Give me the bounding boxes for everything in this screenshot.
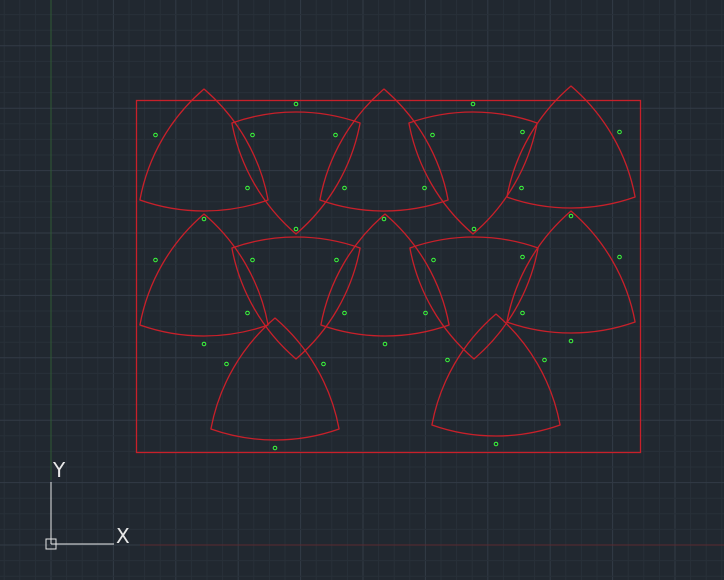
- point-marker[interactable]: [153, 257, 158, 263]
- point-marker[interactable]: [272, 445, 278, 451]
- triangle-part[interactable]: [408, 101, 538, 235]
- point-marker[interactable]: [342, 310, 347, 316]
- triangle-outline[interactable]: [506, 85, 636, 209]
- triangle-outline[interactable]: [139, 213, 269, 337]
- triangle-part[interactable]: [431, 313, 561, 447]
- cad-drawing-viewport[interactable]: Y X: [0, 0, 724, 580]
- triangle-outline[interactable]: [210, 317, 340, 441]
- point-marker[interactable]: [245, 185, 250, 191]
- point-marker[interactable]: [430, 132, 435, 138]
- point-marker[interactable]: [293, 226, 299, 232]
- triangle-outline[interactable]: [431, 313, 561, 437]
- triangle-part[interactable]: [506, 85, 636, 219]
- point-marker[interactable]: [431, 257, 436, 263]
- triangle-outline[interactable]: [506, 210, 636, 334]
- point-marker[interactable]: [617, 129, 622, 135]
- sheet-boundary-rectangle[interactable]: [135, 99, 642, 454]
- triangle-outline[interactable]: [231, 111, 361, 235]
- triangle-part[interactable]: [506, 210, 636, 344]
- point-marker[interactable]: [445, 357, 450, 363]
- ucs-x-label: X: [116, 524, 130, 548]
- triangle-outline[interactable]: [231, 236, 361, 360]
- point-marker[interactable]: [201, 341, 207, 347]
- point-marker[interactable]: [617, 254, 622, 260]
- triangle-outline[interactable]: [408, 111, 538, 235]
- point-marker[interactable]: [224, 361, 229, 367]
- ucs-y-label: Y: [52, 458, 66, 482]
- triangle-outline[interactable]: [139, 88, 269, 212]
- triangle-part[interactable]: [231, 101, 361, 235]
- cad-canvas[interactable]: Y X: [0, 0, 724, 580]
- point-marker[interactable]: [382, 341, 388, 347]
- point-marker[interactable]: [542, 357, 547, 363]
- triangle-outline[interactable]: [319, 88, 449, 212]
- point-marker[interactable]: [519, 185, 524, 191]
- point-marker[interactable]: [520, 310, 525, 316]
- point-marker[interactable]: [342, 185, 347, 191]
- point-marker[interactable]: [293, 101, 299, 107]
- point-marker[interactable]: [333, 132, 338, 138]
- point-marker[interactable]: [471, 226, 477, 232]
- point-marker[interactable]: [493, 441, 499, 447]
- grid: [0, 0, 724, 580]
- point-marker[interactable]: [153, 132, 158, 138]
- point-marker[interactable]: [520, 254, 525, 260]
- point-marker[interactable]: [520, 129, 525, 135]
- parts-layer: [139, 85, 636, 451]
- point-marker[interactable]: [334, 257, 339, 263]
- point-marker[interactable]: [321, 361, 326, 367]
- point-marker[interactable]: [245, 310, 250, 316]
- triangle-outline[interactable]: [320, 213, 450, 337]
- ucs-icon: Y X: [45, 458, 130, 550]
